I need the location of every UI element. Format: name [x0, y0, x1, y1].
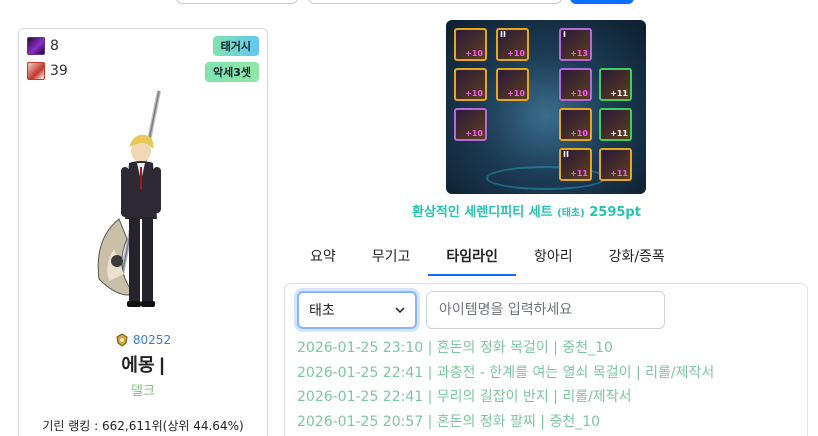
character-card: 8 39 태거시 악세3셋 80252 에몽 | 델크 기린 랭킹: 662,…: [18, 28, 268, 436]
set-points: 2595pt: [589, 205, 641, 220]
stat-value-2: 39: [50, 63, 68, 79]
slot-tier: II: [500, 30, 506, 39]
equipment-slot[interactable]: +10: [496, 68, 529, 101]
set-title: 환상적인 세렌디피티 세트 (태초) 2595pt: [412, 201, 641, 220]
character-class: 델크: [131, 384, 155, 399]
equipment-slot[interactable]: I +13: [559, 28, 592, 61]
slot-level: +10: [465, 129, 483, 138]
tab-timeline[interactable]: 타임라인: [428, 238, 516, 276]
slot-level: +10: [570, 129, 588, 138]
equipment-slot[interactable]: +11: [599, 148, 632, 181]
set-grade: (태초): [557, 208, 585, 219]
slot-level: +10: [465, 89, 483, 98]
equipment-panel: +10 II +10 I +13 +10 +10 +10 +11 +10 +10 +11 II +11 +1…: [446, 20, 646, 194]
top-search-input[interactable]: [308, 0, 562, 4]
item-search-input[interactable]: [426, 291, 665, 329]
equipment-slot[interactable]: +10: [454, 108, 487, 141]
slot-level: +10: [507, 49, 525, 58]
chevron-down-icon: [395, 307, 405, 314]
stat-value-1: 8: [50, 38, 59, 54]
timeline-entry[interactable]: 2026-01-25 20:57 | 혼돈의 정화 팔찌 | 중천_10: [297, 410, 714, 435]
equipment-slot[interactable]: +10: [454, 28, 487, 61]
equipment-slot[interactable]: II +10: [496, 28, 529, 61]
tab-enhance[interactable]: 강화/증폭: [591, 238, 683, 276]
tab-armory[interactable]: 무기고: [354, 238, 429, 276]
slot-tier: I: [563, 30, 566, 39]
slot-level: +11: [610, 89, 628, 98]
slot-level: +10: [507, 89, 525, 98]
slot-level: +10: [570, 89, 588, 98]
timeline-entry[interactable]: 2026-01-25 22:41 | 과충전 - 한계를 여는 열쇠 목걸이 |…: [297, 361, 714, 386]
equipment-slot[interactable]: +11: [599, 108, 632, 141]
slot-level: +11: [570, 169, 588, 178]
top-search-button[interactable]: [570, 0, 634, 4]
equipment-slot[interactable]: +11: [599, 68, 632, 101]
tab-bar: 요약 무기고 타임라인 항아리 강화/증폭: [292, 238, 683, 276]
slot-level: +13: [570, 49, 588, 58]
slot-tier: II: [563, 150, 569, 159]
equipment-slot[interactable]: +10: [454, 68, 487, 101]
set-badge-2: 악세3셋: [204, 62, 259, 82]
equipment-slot[interactable]: +10: [559, 68, 592, 101]
top-left-control[interactable]: [176, 0, 298, 4]
timeline-list: 2026-01-25 23:10 | 혼돈의 정화 목걸이 | 중천_10 20…: [297, 336, 714, 434]
grade-select-value: 태초: [309, 303, 335, 319]
set-badge-1: 태거시: [212, 36, 259, 56]
character-name: 에몽 |: [121, 355, 165, 375]
equipment-slot[interactable]: II +11: [559, 148, 592, 181]
set-name: 환상적인 세렌디피티 세트: [412, 205, 553, 220]
character-avatar: [97, 90, 161, 307]
timeline-entry[interactable]: 2026-01-25 22:41 | 무리의 길잡이 반지 | 리롤/제작서: [297, 385, 714, 410]
dark-creature-icon: [27, 37, 45, 55]
grade-select[interactable]: 태초: [297, 291, 417, 329]
stat-row-2: 39: [27, 62, 68, 80]
slot-level: +11: [610, 129, 628, 138]
guild-number: 80252: [132, 333, 172, 347]
stat-row-1: 8: [27, 37, 59, 55]
ranking-line: 기린 랭킹 : 662,611위(상위 44.64%): [42, 419, 244, 433]
creature-icon: [27, 62, 45, 80]
timeline-panel: 태초 2026-01-25 23:10 | 혼돈의 정화 목걸이 | 중천_10…: [284, 283, 808, 436]
guild-row[interactable]: 80252: [19, 333, 267, 347]
tab-summary[interactable]: 요약: [292, 238, 354, 276]
equipment-slot[interactable]: +10: [559, 108, 592, 141]
slot-level: +10: [465, 49, 483, 58]
tab-jar[interactable]: 항아리: [516, 238, 591, 276]
slot-level: +11: [610, 169, 628, 178]
guild-crest-icon: [116, 333, 128, 347]
timeline-entry[interactable]: 2026-01-25 23:10 | 혼돈의 정화 목걸이 | 중천_10: [297, 336, 714, 361]
